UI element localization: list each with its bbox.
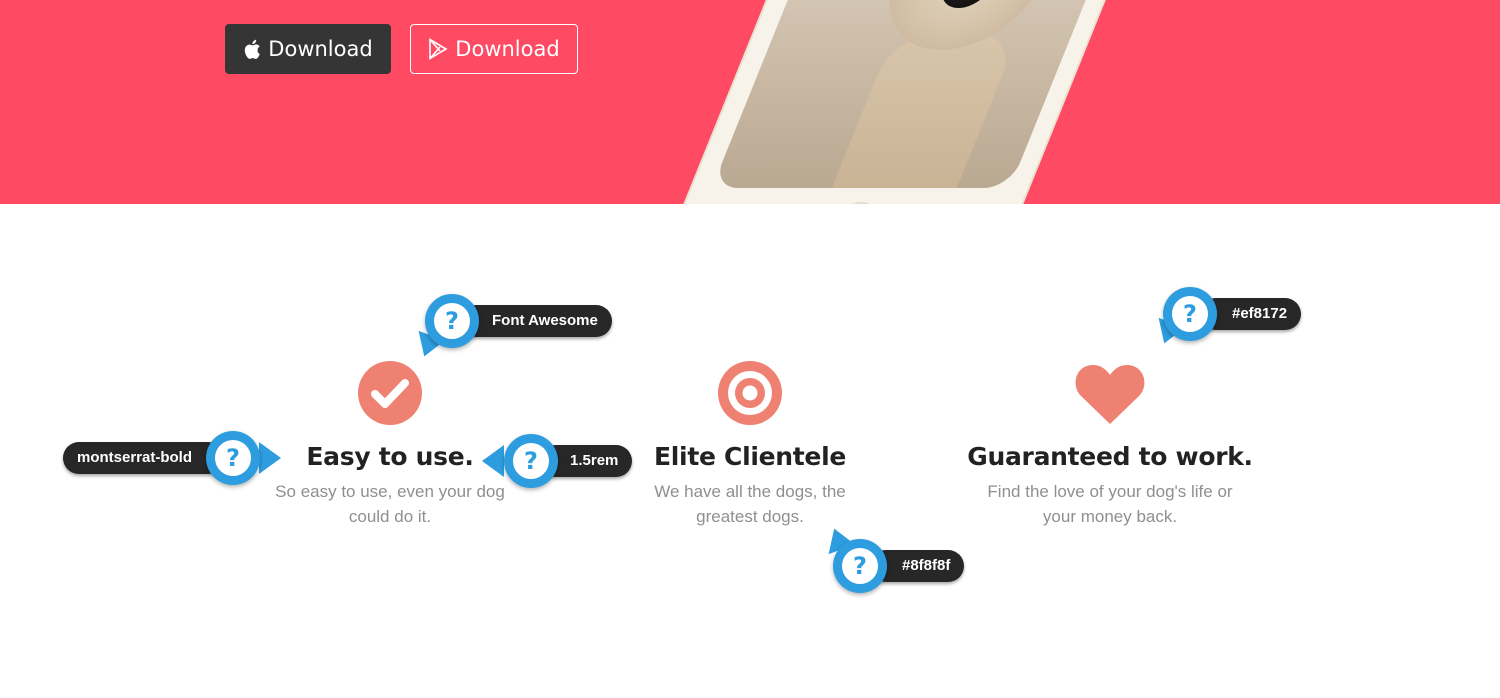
question-icon: ?	[1163, 287, 1217, 341]
apple-icon	[243, 39, 261, 60]
page: Download Download Easy to use. So easy t…	[0, 0, 1500, 698]
google-play-download-label: Download	[455, 37, 560, 61]
app-store-download-button[interactable]: Download	[225, 24, 391, 74]
annotation-icon-color[interactable]: #ef8172 ?	[1151, 287, 1302, 349]
check-circle-icon	[353, 356, 427, 430]
feature-easy-to-use: Easy to use. So easy to use, even your d…	[240, 356, 540, 529]
feature-elite-clientele: Elite Clientele We have all the dogs, th…	[600, 356, 900, 529]
hero-section: Download Download	[0, 0, 1500, 204]
question-icon: ?	[504, 434, 558, 488]
question-icon: ?	[833, 539, 887, 593]
annotation-font-size[interactable]: 1.5rem ?	[482, 434, 633, 488]
question-icon: ?	[425, 294, 479, 348]
feature-title: Elite Clientele	[654, 442, 846, 471]
heart-icon	[1073, 356, 1147, 430]
annotation-pointer	[259, 442, 281, 474]
annotation-font-awesome[interactable]: Font Awesome ?	[411, 294, 612, 362]
annotation-montserrat-bold[interactable]: montserrat-bold ?	[63, 431, 281, 485]
annotation-label: Font Awesome	[460, 305, 612, 337]
app-store-download-label: Download	[268, 37, 373, 61]
feature-description: We have all the dogs, the greatest dogs.	[654, 482, 846, 526]
phone-mockup-image	[657, 0, 1130, 204]
google-play-icon	[428, 38, 448, 60]
feature-guaranteed-to-work: Guaranteed to work. Find the love of you…	[960, 356, 1260, 529]
bullseye-icon	[713, 356, 787, 430]
annotation-text-color[interactable]: #8f8f8f ?	[821, 523, 965, 593]
dog-body	[828, 35, 1019, 188]
feature-title: Guaranteed to work.	[967, 442, 1253, 471]
feature-description: So easy to use, even your dog could do i…	[275, 482, 505, 526]
annotation-pointer	[482, 445, 504, 477]
feature-description: Find the love of your dog's life or your…	[987, 482, 1233, 526]
question-icon: ?	[206, 431, 260, 485]
annotation-label: montserrat-bold	[63, 442, 225, 474]
google-play-download-button[interactable]: Download	[410, 24, 578, 74]
